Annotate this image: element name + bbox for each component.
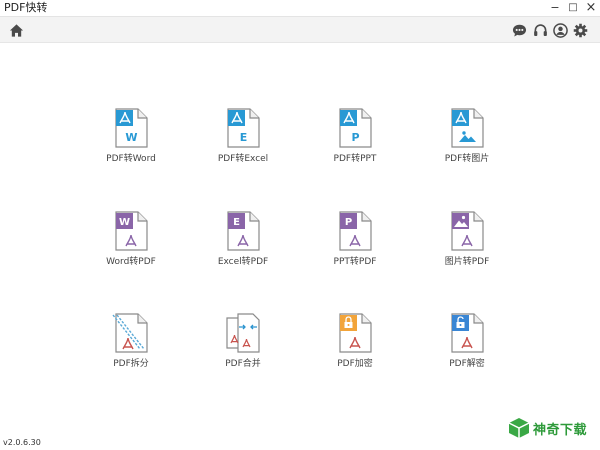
tool-label: PPT转PDF xyxy=(333,257,377,267)
pdf-to-word-icon: W xyxy=(114,108,148,148)
chat-icon[interactable] xyxy=(510,21,528,39)
tool-label: PDF拆分 xyxy=(113,359,149,369)
tool-pdf-decrypt[interactable]: PDF解密 xyxy=(422,313,512,389)
ppt-to-pdf-icon: P xyxy=(338,211,372,251)
tool-label: Excel转PDF xyxy=(217,257,269,267)
doc-badge: E xyxy=(240,131,248,144)
tool-label: PDF转图片 xyxy=(444,154,490,164)
tool-pdf-split[interactable]: PDF拆分 xyxy=(86,313,176,389)
user-icon[interactable] xyxy=(551,21,569,39)
image-to-pdf-icon xyxy=(450,211,484,251)
pdf-merge-icon xyxy=(226,313,260,353)
close-button[interactable]: × xyxy=(584,1,598,15)
excel-to-pdf-icon: E xyxy=(226,211,260,251)
tool-pdf-to-ppt[interactable]: P PDF转PPT xyxy=(310,108,400,184)
tool-pdf-encrypt[interactable]: PDF加密 xyxy=(310,313,400,389)
pdf-encrypt-icon xyxy=(338,313,372,353)
doc-badge: W xyxy=(125,131,137,144)
tool-label: PDF转PPT xyxy=(333,154,377,164)
doc-badge: P xyxy=(351,131,359,144)
tool-pdf-to-word[interactable]: W PDF转Word xyxy=(86,108,176,184)
box-logo-icon xyxy=(507,416,531,440)
doc-badge: W xyxy=(119,217,130,228)
doc-badge: P xyxy=(345,217,352,228)
pdf-to-excel-icon: E xyxy=(226,108,260,148)
watermark: 神奇下载 xyxy=(507,414,595,442)
tool-label: PDF合并 xyxy=(225,359,261,369)
tool-word-to-pdf[interactable]: W Word转PDF xyxy=(86,211,176,287)
tool-label: 图片转PDF xyxy=(444,257,490,267)
tool-image-to-pdf[interactable]: 图片转PDF xyxy=(422,211,512,287)
tool-label: Word转PDF xyxy=(106,257,156,267)
pdf-to-image-icon xyxy=(450,108,484,148)
word-to-pdf-icon: W xyxy=(114,211,148,251)
toolbar xyxy=(0,17,600,43)
doc-badge: E xyxy=(233,217,240,228)
version-label: v2.0.6.30 xyxy=(3,438,41,447)
maximize-button[interactable]: □ xyxy=(566,1,580,15)
pdf-decrypt-icon xyxy=(450,313,484,353)
tool-label: PDF解密 xyxy=(449,359,485,369)
headset-icon[interactable] xyxy=(531,21,549,39)
tool-label: PDF转Word xyxy=(106,154,156,164)
tool-ppt-to-pdf[interactable]: P PPT转PDF xyxy=(310,211,400,287)
pdf-split-icon xyxy=(112,313,148,353)
tool-excel-to-pdf[interactable]: E Excel转PDF xyxy=(198,211,288,287)
tool-pdf-merge[interactable]: PDF合并 xyxy=(198,313,288,389)
minimize-button[interactable]: − xyxy=(548,1,562,15)
watermark-text: 神奇下载 xyxy=(533,423,588,438)
tool-pdf-to-excel[interactable]: E PDF转Excel xyxy=(198,108,288,184)
gear-icon[interactable] xyxy=(571,21,589,39)
tool-label: PDF转Excel xyxy=(217,154,269,164)
home-icon[interactable] xyxy=(7,21,25,39)
app-title: PDF快转 xyxy=(4,1,48,14)
tool-label: PDF加密 xyxy=(337,359,373,369)
tool-pdf-to-image[interactable]: PDF转图片 xyxy=(422,108,512,184)
title-bar: PDF快转 − □ × xyxy=(0,0,600,17)
pdf-to-ppt-icon: P xyxy=(338,108,372,148)
